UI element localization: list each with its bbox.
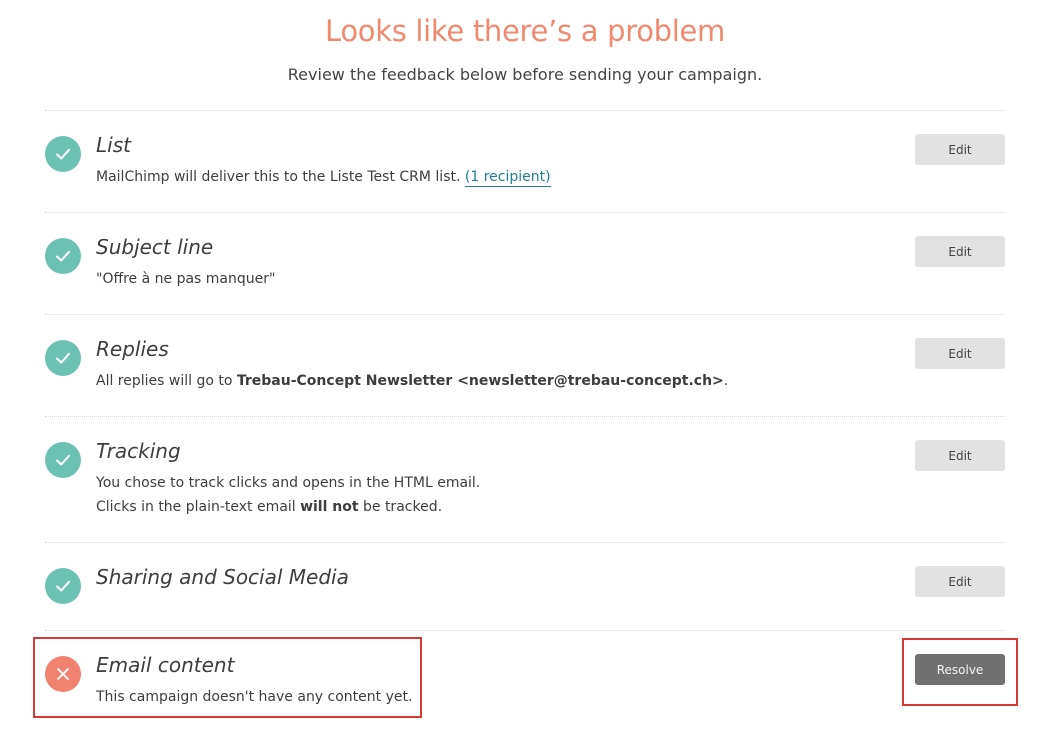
checkmark-icon: [56, 148, 70, 160]
divider: [45, 630, 1005, 631]
item-title: Tracking: [96, 439, 181, 463]
item-description: This campaign doesn't have any content y…: [96, 689, 413, 705]
description-line: You chose to track clicks and opens in t…: [96, 475, 481, 491]
item-title: Subject line: [96, 235, 214, 259]
success-status-icon: [45, 238, 81, 274]
description-emphasis: will not: [300, 499, 359, 515]
close-icon: [57, 668, 69, 680]
divider: [45, 542, 1005, 543]
campaign-checklist-page: Looks like there’s a problem Review the …: [0, 0, 1046, 731]
success-status-icon: [45, 442, 81, 478]
page-title: Looks like there’s a problem: [324, 14, 726, 48]
description-line: Clicks in the plain-text email will not …: [96, 495, 480, 519]
divider: [45, 416, 1005, 417]
error-status-icon: [45, 656, 81, 692]
divider: [45, 110, 1005, 111]
divider: [45, 314, 1005, 315]
success-status-icon: [45, 340, 81, 376]
item-description: All replies will go to Trebau-Concept Ne…: [96, 369, 728, 393]
success-status-icon: [45, 136, 81, 172]
item-title: Replies: [96, 337, 169, 361]
edit-replies-button[interactable]: Edit: [915, 338, 1005, 369]
recipient-count-link[interactable]: (1 recipient): [464, 169, 551, 187]
description-text: Clicks in the plain-text email: [96, 499, 301, 515]
item-title: Sharing and Social Media: [96, 565, 349, 589]
checkmark-icon: [56, 580, 70, 592]
item-description: MailChimp will deliver this to the Liste…: [96, 165, 551, 189]
reply-to-address: Trebau-Concept Newsletter <newsletter@tr…: [236, 373, 724, 389]
edit-subject-line-button[interactable]: Edit: [915, 236, 1005, 267]
description-text: MailChimp will deliver this to the Liste…: [96, 169, 465, 185]
success-status-icon: [45, 568, 81, 604]
description-text: All replies will go to: [96, 373, 237, 389]
resolve-email-content-button[interactable]: Resolve: [915, 654, 1005, 685]
item-title: Email content: [96, 653, 235, 677]
edit-tracking-button[interactable]: Edit: [915, 440, 1005, 471]
item-title: List: [96, 133, 131, 157]
page-subtitle: Review the feedback below before sending…: [287, 65, 763, 84]
item-description: You chose to track clicks and opens in t…: [96, 471, 480, 519]
description-text: .: [723, 373, 729, 389]
edit-list-button[interactable]: Edit: [915, 134, 1005, 165]
checkmark-icon: [56, 250, 70, 262]
item-description: "Offre à ne pas manquer": [96, 271, 276, 287]
edit-sharing-button[interactable]: Edit: [915, 566, 1005, 597]
checkmark-icon: [56, 454, 70, 466]
checkmark-icon: [56, 352, 70, 364]
divider: [45, 212, 1005, 213]
description-text: be tracked.: [358, 499, 443, 515]
